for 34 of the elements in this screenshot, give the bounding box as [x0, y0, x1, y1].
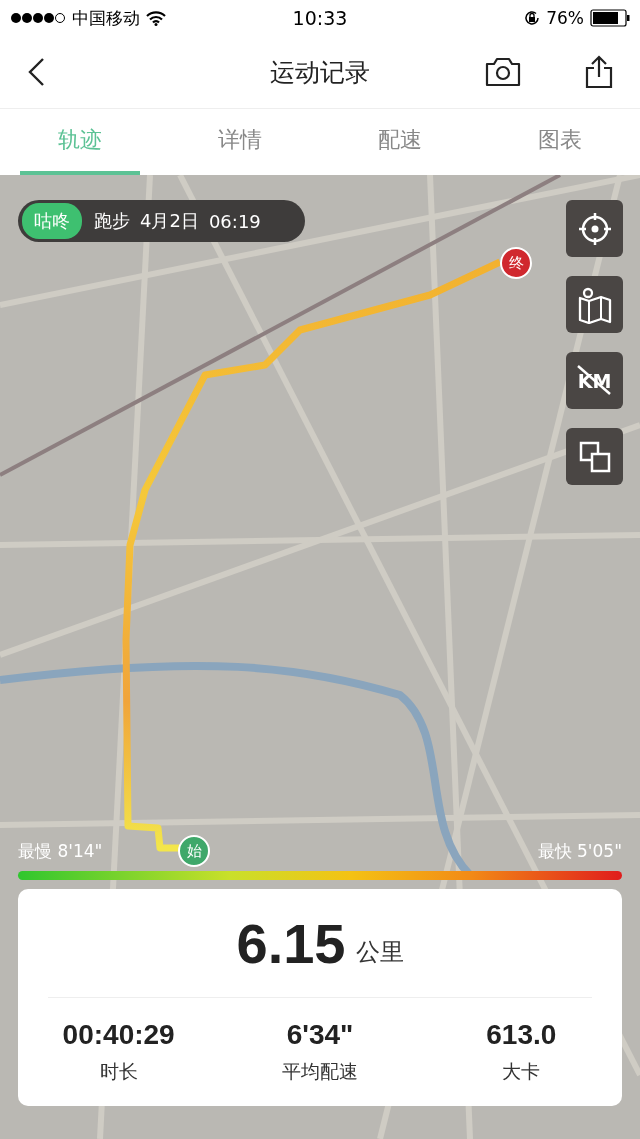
activity-time: 06:19 — [208, 210, 261, 232]
fastest-pace: 最快 5'05" — [537, 840, 622, 863]
app-tag: 咕咚 — [22, 203, 82, 239]
distance-unit: 公里 — [355, 937, 404, 968]
stat-label: 时长 — [99, 1059, 138, 1084]
stat-value: 6'34" — [286, 1019, 354, 1051]
activity-type: 跑步 — [94, 209, 130, 233]
rotation-lock-icon — [524, 10, 541, 26]
back-icon[interactable] — [27, 57, 45, 87]
camera-icon[interactable] — [485, 57, 521, 87]
page-title: 运动记录 — [270, 56, 370, 89]
distance-value: 6.15 — [236, 910, 346, 976]
tab[interactable]: 详情 — [180, 109, 300, 175]
locate-button[interactable] — [566, 200, 623, 257]
stat-label: 平均配速 — [282, 1059, 358, 1084]
battery-percent: 76% — [546, 8, 584, 28]
tab[interactable]: 配速 — [340, 109, 460, 175]
stat-value: 613.0 — [486, 1019, 557, 1051]
share-icon[interactable] — [585, 55, 613, 89]
stat-label: 大卡 — [502, 1059, 541, 1084]
carrier-name: 中国移动 — [72, 6, 140, 30]
layers-icon — [577, 439, 612, 474]
activity-date: 4月2日 — [140, 209, 199, 233]
signal-icon — [10, 12, 66, 24]
crosshair-icon — [576, 210, 613, 247]
tab[interactable]: 图表 — [500, 109, 620, 175]
map-style-button[interactable] — [566, 276, 623, 333]
layers-button[interactable] — [566, 428, 623, 485]
slowest-pace: 最慢 8'14" — [18, 840, 103, 863]
wifi-icon — [146, 10, 166, 26]
map-icon — [576, 285, 613, 324]
battery-icon — [590, 9, 630, 27]
stat-value: 00:40:29 — [62, 1019, 175, 1051]
status-time: 10:33 — [291, 7, 349, 29]
